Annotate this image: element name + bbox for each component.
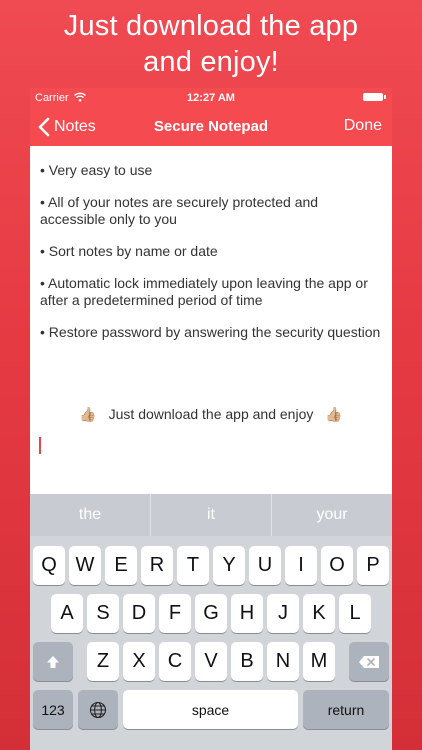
- shift-key[interactable]: [33, 642, 73, 681]
- key-a[interactable]: A: [51, 594, 83, 633]
- numbers-key[interactable]: 123: [33, 690, 73, 729]
- note-bullet: • All of your notes are securely protect…: [40, 194, 319, 227]
- key-x[interactable]: X: [123, 642, 155, 681]
- suggestion-your[interactable]: your: [271, 494, 392, 536]
- globe-key[interactable]: [78, 690, 118, 729]
- key-v[interactable]: V: [195, 642, 227, 681]
- key-n[interactable]: N: [267, 642, 299, 681]
- chevron-left-icon: [38, 117, 50, 137]
- key-s[interactable]: S: [87, 594, 119, 633]
- key-k[interactable]: K: [303, 594, 335, 633]
- promo-line-1: Just download the app: [63, 10, 359, 42]
- key-b[interactable]: B: [231, 642, 263, 681]
- key-h[interactable]: H: [231, 594, 263, 633]
- key-d[interactable]: D: [123, 594, 155, 633]
- key-t[interactable]: T: [177, 546, 209, 585]
- note-bullet: • Automatic lock immediately upon leavin…: [40, 275, 368, 308]
- note-bullet: • Restore password by answering the secu…: [40, 324, 381, 340]
- key-w[interactable]: W: [69, 546, 101, 585]
- promo-line-2: and enjoy!: [143, 46, 279, 78]
- thumbs-up-icon: 👍🏼: [325, 406, 343, 422]
- note-bullet: • Very easy to use: [40, 162, 153, 178]
- promo-headline: Just download the app and enjoy!: [0, 8, 422, 80]
- key-o[interactable]: O: [321, 546, 353, 585]
- space-key[interactable]: space: [123, 690, 298, 729]
- key-r[interactable]: R: [141, 546, 173, 585]
- suggestion-the[interactable]: the: [30, 494, 150, 536]
- key-f[interactable]: F: [159, 594, 191, 633]
- key-j[interactable]: J: [267, 594, 299, 633]
- key-l[interactable]: L: [339, 594, 371, 633]
- key-i[interactable]: I: [285, 546, 317, 585]
- navigation-bar: Notes Secure Notepad Done: [30, 108, 392, 146]
- note-body[interactable]: • Very easy to use • All of your notes a…: [40, 162, 385, 356]
- suggestion-it[interactable]: it: [150, 494, 271, 536]
- phone-screen: Carrier 12:27 AM Notes Secure Notepad Do…: [30, 88, 392, 750]
- status-bar: Carrier 12:27 AM: [30, 88, 392, 108]
- key-g[interactable]: G: [195, 594, 227, 633]
- key-z[interactable]: Z: [87, 642, 119, 681]
- done-button[interactable]: Done: [344, 117, 382, 135]
- keyboard: Q W E R T Y U I O P A S D F G H J K L Z …: [30, 536, 392, 750]
- key-q[interactable]: Q: [33, 546, 65, 585]
- back-button[interactable]: Notes: [38, 116, 96, 138]
- battery-icon: [363, 93, 386, 101]
- key-u[interactable]: U: [249, 546, 281, 585]
- key-e[interactable]: E: [105, 546, 137, 585]
- note-bullet: • Sort notes by name or date: [40, 243, 218, 259]
- thumbs-up-icon: 👍🏼: [79, 406, 97, 422]
- text-cursor: [39, 437, 41, 454]
- back-label: Notes: [54, 118, 96, 135]
- status-time: 12:27 AM: [187, 92, 235, 104]
- backspace-icon: [359, 655, 379, 668]
- globe-icon: [89, 701, 107, 718]
- delete-key[interactable]: [349, 642, 389, 681]
- key-y[interactable]: Y: [213, 546, 245, 585]
- note-footer-line: 👍🏼 Just download the app and enjoy 👍🏼: [30, 406, 392, 423]
- key-c[interactable]: C: [159, 642, 191, 681]
- key-m[interactable]: M: [303, 642, 335, 681]
- note-footer-text: Just download the app and enjoy: [108, 406, 314, 422]
- suggestion-bar: the it your: [30, 494, 392, 536]
- key-p[interactable]: P: [357, 546, 389, 585]
- shift-arrow-icon: [47, 655, 59, 668]
- return-key[interactable]: return: [303, 690, 389, 729]
